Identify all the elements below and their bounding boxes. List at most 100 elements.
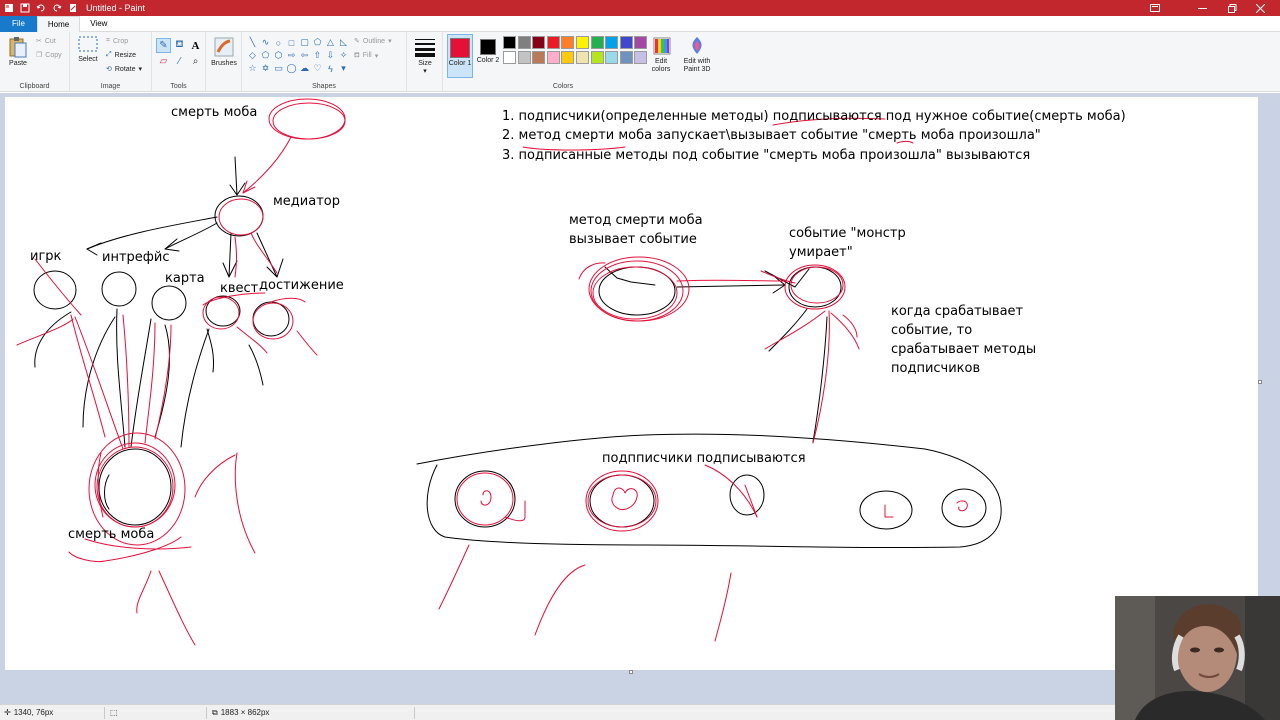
right-arrow-shape-icon[interactable]: ⇨	[285, 49, 298, 62]
callout-rect-shape-icon[interactable]: ▭	[272, 62, 285, 75]
palette-color-swatch[interactable]	[561, 36, 575, 49]
palette-color-swatch[interactable]	[532, 51, 546, 64]
up-arrow-shape-icon[interactable]: ⇧	[311, 49, 324, 62]
label-mob-death-bottom: смерть моба	[68, 527, 155, 542]
brushes-button[interactable]: Brushes	[209, 36, 239, 67]
crop-button[interactable]: ⌗ Crop	[106, 37, 128, 45]
drawing-strokes	[16, 98, 1002, 646]
tab-home[interactable]: Home	[36, 16, 81, 32]
save-icon[interactable]	[20, 3, 30, 13]
palette-color-swatch[interactable]	[517, 36, 531, 49]
tab-view[interactable]: View	[80, 16, 117, 32]
label-when-triggered: когда срабатывает событие, то срабатывае…	[891, 304, 1037, 376]
edit-colors-button[interactable]: Edit colors	[649, 36, 675, 74]
outline-button[interactable]: ✎ Outline ▾	[354, 37, 392, 46]
chevron-down-icon: ▾	[423, 68, 427, 75]
text-tool-icon[interactable]: A	[188, 38, 203, 53]
color1-button[interactable]: Color 1	[447, 34, 473, 78]
palette-color-swatch[interactable]	[619, 36, 633, 49]
down-arrow-shape-icon[interactable]: ⇩	[324, 49, 337, 62]
pencil-icon[interactable]: ✎	[156, 38, 171, 53]
curve-shape-icon[interactable]: ∿	[259, 36, 272, 49]
palette-color-swatch[interactable]	[605, 51, 619, 64]
image-group: Select ⌗ Crop ⤢ Resize ⟲ Rotate ▾ Image	[70, 32, 152, 92]
hexagon-shape-icon[interactable]: ⬡	[272, 49, 285, 62]
label-map: карта	[165, 271, 205, 286]
edit-paint3d-label: Edit with Paint 3D	[683, 58, 711, 73]
color-picker-icon[interactable]: ⁄	[172, 54, 187, 69]
lightning-shape-icon[interactable]: ϟ	[324, 62, 337, 75]
chevron-down-icon: ▾	[388, 38, 392, 45]
shapes-gallery[interactable]: ╲ ∿ ○ □ ▢ ⬠ △ ◺ ◇ ⬠ ⬡ ⇨ ⇦ ⇧ ⇩ ✧ ☆ ✡ ▭ ◯ …	[246, 36, 350, 75]
player-circle	[33, 270, 77, 310]
drawing-canvas[interactable]: смерть моба медиатор игрк интрефйс карта…	[5, 97, 1258, 670]
rounded-rectangle-shape-icon[interactable]: ▢	[298, 36, 311, 49]
redo-icon[interactable]	[52, 3, 62, 13]
right-triangle-shape-icon[interactable]: ◺	[337, 36, 350, 49]
palette-color-swatch[interactable]	[576, 51, 589, 64]
polygon-shape-icon[interactable]: ⬠	[311, 36, 324, 49]
magnifier-icon[interactable]: ⌕	[188, 54, 203, 69]
heart-shape-icon[interactable]: ♡	[311, 62, 324, 75]
canvas-resize-handle-bottom[interactable]	[629, 670, 633, 674]
brushes-group: Brushes	[206, 32, 242, 92]
palette-color-swatch[interactable]	[546, 36, 560, 49]
palette-color-swatch[interactable]	[605, 36, 619, 49]
palette-color-swatch[interactable]	[576, 36, 589, 49]
canvas-resize-handle-right[interactable]	[1258, 380, 1262, 384]
callout-cloud-shape-icon[interactable]: ☁	[298, 62, 311, 75]
label-method-calls-event: метод смерти моба вызывает событие	[569, 213, 703, 247]
palette-color-swatch[interactable]	[532, 36, 546, 49]
six-point-star-shape-icon[interactable]: ✡	[259, 62, 272, 75]
color2-button[interactable]: Color 2	[475, 34, 501, 65]
palette-color-swatch[interactable]	[590, 36, 604, 49]
eraser-icon[interactable]: ▱	[156, 54, 171, 69]
select-button[interactable]: Select	[76, 36, 100, 63]
canvas-workspace: смерть моба медиатор игрк интрефйс карта…	[0, 93, 1280, 704]
close-button[interactable]	[1240, 0, 1280, 16]
fill-label: Fill	[362, 52, 372, 59]
palette-color-swatch[interactable]	[503, 51, 516, 64]
triangle-shape-icon[interactable]: △	[324, 36, 337, 49]
size-button[interactable]: Size ▾	[411, 36, 439, 75]
edit-with-paint3d-button[interactable]: Edit with Paint 3D	[679, 36, 715, 74]
palette-color-swatch[interactable]	[619, 51, 633, 64]
customize-qat-icon[interactable]	[68, 3, 78, 13]
palette-color-swatch[interactable]	[517, 51, 531, 64]
resize-button[interactable]: ⤢ Resize	[106, 51, 136, 59]
more-shapes-icon[interactable]: ▾	[337, 62, 350, 75]
copy-button[interactable]: ❐ Copy	[36, 51, 62, 60]
tab-file[interactable]: File	[0, 16, 37, 32]
palette-color-swatch[interactable]	[546, 51, 560, 64]
list-item-3: 3. подписанные методы под событие "смерт…	[502, 148, 1031, 163]
palette-color-swatch[interactable]	[561, 51, 575, 64]
chevron-down-icon: ▾	[374, 52, 379, 60]
rectangle-shape-icon[interactable]: □	[285, 36, 298, 49]
paste-button[interactable]: Paste	[6, 36, 30, 67]
ribbon-display-icon[interactable]	[1135, 0, 1175, 16]
webcam-person-image	[1115, 596, 1280, 720]
arrow-method-to-event	[676, 284, 786, 288]
line-shape-icon[interactable]: ╲	[246, 36, 259, 49]
select-label: Select	[78, 56, 98, 63]
fill-bucket-icon[interactable]: ⛾	[172, 38, 187, 53]
undo-icon[interactable]	[36, 3, 46, 13]
palette-color-swatch[interactable]	[590, 51, 604, 64]
callout-oval-shape-icon[interactable]: ◯	[285, 62, 298, 75]
diamond-shape-icon[interactable]: ◇	[246, 49, 259, 62]
five-point-star-shape-icon[interactable]: ☆	[246, 62, 259, 75]
four-point-star-shape-icon[interactable]: ✧	[337, 49, 350, 62]
outline-label: Outline	[362, 37, 386, 45]
cut-button[interactable]: ✂ Cut	[36, 37, 56, 46]
palette-color-swatch[interactable]	[503, 36, 516, 49]
fill-button[interactable]: ⛾ Fill ▾	[354, 51, 378, 60]
pentagon-shape-icon[interactable]: ⬠	[259, 49, 272, 62]
left-arrow-shape-icon[interactable]: ⇦	[298, 49, 311, 62]
title-bar: Untitled - Paint	[0, 0, 1280, 16]
oval-shape-icon[interactable]: ○	[272, 36, 285, 49]
palette-color-swatch[interactable]	[634, 36, 648, 49]
rotate-button[interactable]: ⟲ Rotate ▾	[106, 65, 142, 74]
copy-icon: ❐	[36, 52, 43, 59]
paste-label: Paste	[9, 60, 27, 67]
label-subscribers: подпписчики подписываются	[602, 451, 806, 466]
